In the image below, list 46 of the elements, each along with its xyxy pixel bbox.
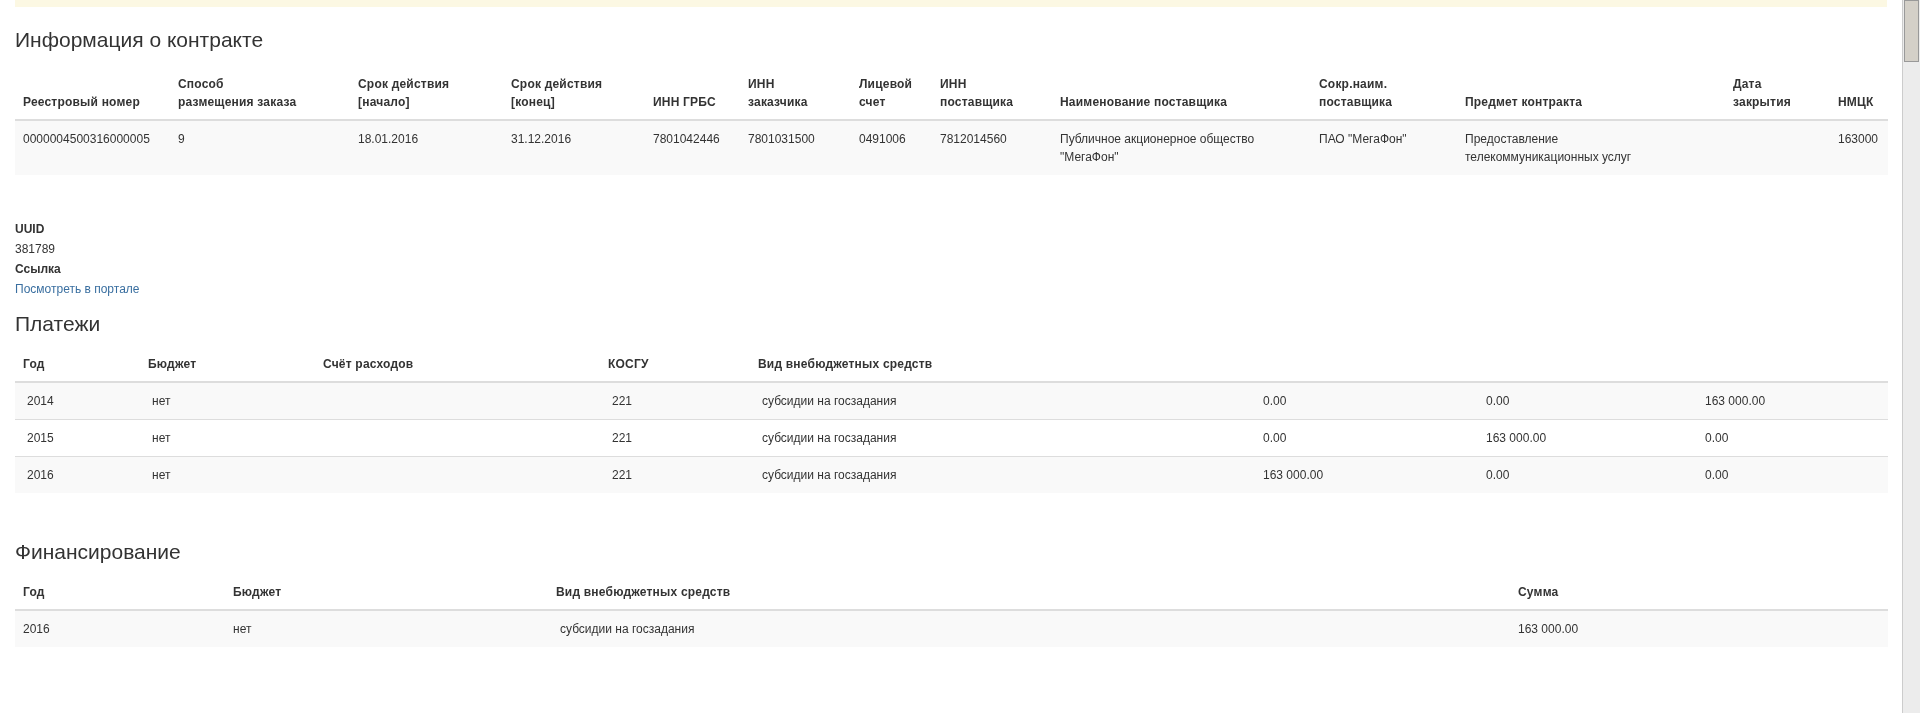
table-cell-text: 163 000.00 <box>1705 393 1767 410</box>
table-cell-text: 0.00 <box>1263 430 1288 447</box>
field-label: Ссылка <box>15 261 61 278</box>
table-cell-text: субсидии на госзадания <box>560 621 696 638</box>
section-title: Платежи <box>15 311 102 337</box>
table-cell-text: 7801042446 <box>653 131 721 148</box>
table-cell-text: 221 <box>612 467 634 484</box>
section-title: Финансирование <box>15 539 182 565</box>
table-cell-text: 7812014560 <box>940 131 1008 148</box>
table-cell-text: 0000004500316000005 <box>23 131 151 148</box>
table-cell-text: нет <box>152 467 172 484</box>
table-cell-text: 163 000.00 <box>1486 430 1548 447</box>
table-cell-text: 2014 <box>27 393 55 410</box>
table-cell-text: 0.00 <box>1705 430 1730 447</box>
table-cell-text: 0491006 <box>859 131 907 148</box>
table-cell-text: 2016 <box>23 621 51 638</box>
table-cell-text: 221 <box>612 430 634 447</box>
portal-link[interactable]: Посмотреть в портале <box>15 279 140 299</box>
table-cell-text: Публичное акционерное общество "МегаФон" <box>1060 131 1256 166</box>
table-cell-text: субсидии на госзадания <box>762 393 898 410</box>
table-cell-text: 163 000.00 <box>1518 621 1580 638</box>
scrollbar[interactable] <box>1902 0 1920 713</box>
table-cell-text: 0.00 <box>1486 467 1511 484</box>
table-cell-text: Предоставление телекоммуникационных услуг <box>1465 131 1633 166</box>
table-cell-text: 7801031500 <box>748 131 816 148</box>
table-cell-text: 221 <box>612 393 634 410</box>
table-cell-text: 163 000.00 <box>1263 467 1325 484</box>
field-label: UUID <box>15 221 45 238</box>
table-cell-text: субсидии на госзадания <box>762 430 898 447</box>
table-cell-text: ПАО "МегаФон" <box>1319 131 1408 148</box>
table-cell-text: субсидии на госзадания <box>762 467 898 484</box>
table-cell-text: нет <box>152 430 172 447</box>
table-cell-text: 2016 <box>27 467 55 484</box>
table-cell-text: 0.00 <box>1705 467 1730 484</box>
table-cell-text: 2015 <box>27 430 55 447</box>
table-cell-text: 0.00 <box>1263 393 1288 410</box>
table-cell-text: 18.01.2016 <box>358 131 420 148</box>
table-cell-text: 0.00 <box>1486 393 1511 410</box>
table-cell-text: нет <box>152 393 172 410</box>
scrollbar-thumb[interactable] <box>1904 0 1919 62</box>
table-cell-text: 163000 <box>1838 131 1880 148</box>
table-cell-text: нет <box>233 621 253 638</box>
table-cell-text: 9 <box>178 131 186 148</box>
section-title: Информация о контракте <box>15 27 265 53</box>
field-value: 381789 <box>15 241 56 258</box>
table-cell-text: 31.12.2016 <box>511 131 573 148</box>
